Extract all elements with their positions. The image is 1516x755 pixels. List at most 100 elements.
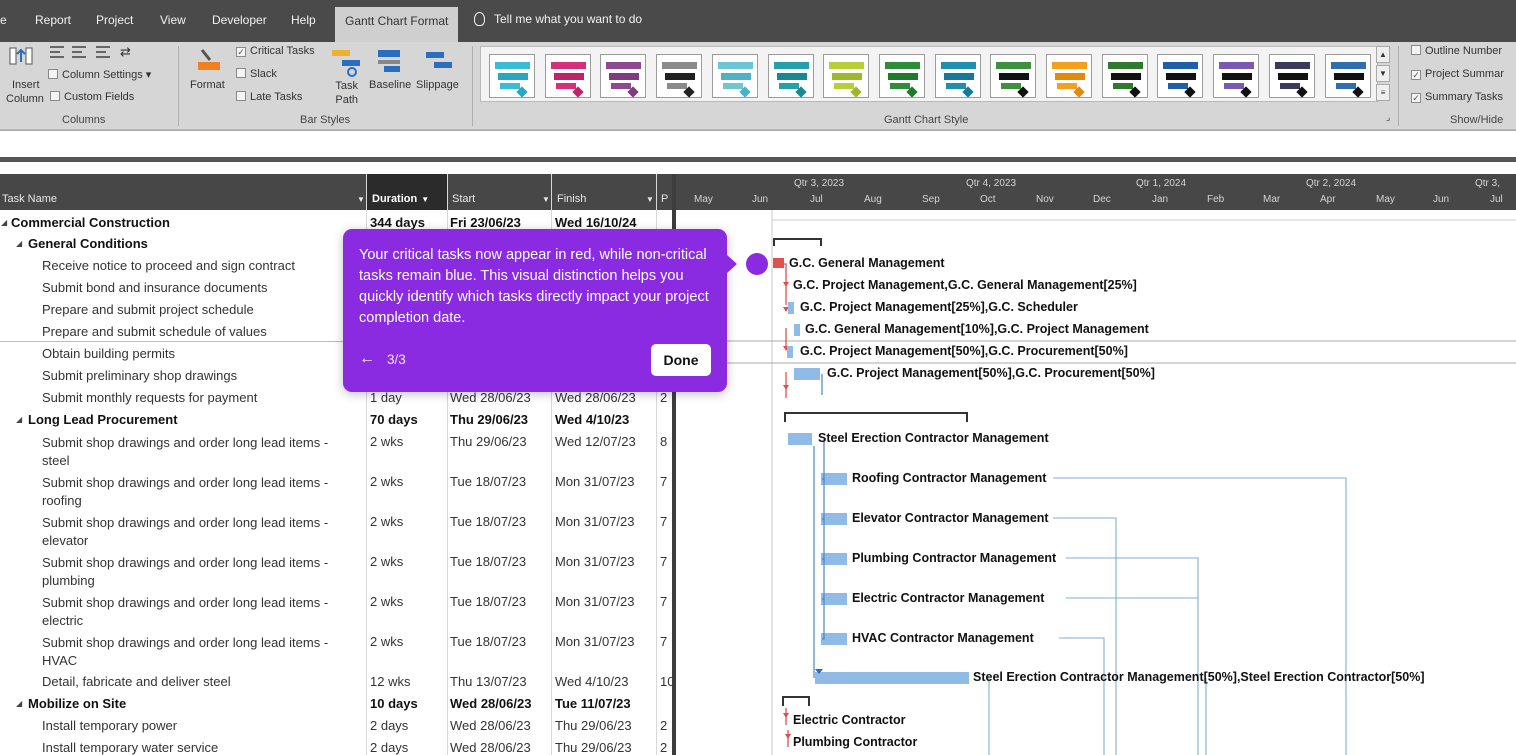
- swatch-bar: [1168, 83, 1189, 89]
- slack-checkbox[interactable]: Slack: [236, 68, 277, 80]
- duration-cell: 2 wks: [370, 434, 404, 449]
- wrap-text-icon[interactable]: ⇄: [120, 44, 131, 60]
- align-center-icon[interactable]: [72, 46, 86, 58]
- slippage-button[interactable]: Slippage: [416, 79, 459, 91]
- back-arrow-icon[interactable]: ←: [359, 350, 375, 368]
- task-name-cell: General Conditions: [28, 236, 148, 251]
- summary-tasks-label: Summary Tasks: [1425, 91, 1504, 103]
- gantt-style-swatch[interactable]: [711, 54, 758, 98]
- slippage-icon: [426, 52, 452, 68]
- predecessors-header[interactable]: P: [661, 193, 668, 205]
- critical-tasks-checkbox[interactable]: ✓ Critical Tasks: [236, 45, 315, 57]
- tab-view[interactable]: View: [160, 13, 186, 27]
- gantt-style-swatch[interactable]: [878, 54, 925, 98]
- gantt-style-swatch[interactable]: [1324, 54, 1371, 98]
- late-tasks-checkbox[interactable]: Late Tasks: [236, 91, 302, 103]
- gantt-style-swatch[interactable]: [544, 54, 591, 98]
- column-settings-icon: [48, 69, 58, 79]
- table-row[interactable]: ◢ Long Lead Procurement 70 days Thu 29/0…: [0, 408, 672, 430]
- collapse-triangle-icon[interactable]: ◢: [16, 239, 22, 248]
- table-row[interactable]: Install temporary power 2 days Wed 28/06…: [0, 714, 672, 736]
- table-row[interactable]: ◢ Mobilize on Site 10 days Wed 28/06/23 …: [0, 692, 672, 714]
- task-name-cell: Install temporary water service: [42, 740, 219, 755]
- baseline-button[interactable]: Baseline: [369, 79, 411, 91]
- predecessors-cell: 2: [660, 740, 668, 755]
- duration-cell: 2 wks: [370, 594, 404, 609]
- gantt-style-swatch[interactable]: [934, 54, 981, 98]
- finish-cell: Wed 12/07/23: [555, 434, 636, 449]
- start-cell: Thu 29/06/23: [450, 434, 527, 449]
- tab-resource[interactable]: e: [0, 13, 7, 27]
- gantt-style-swatch[interactable]: [767, 54, 814, 98]
- duration-header-label: Duration: [372, 193, 418, 205]
- tab-developer[interactable]: Developer: [212, 13, 267, 27]
- tab-gantt-chart-format[interactable]: Gantt Chart Format: [335, 7, 459, 42]
- format-button[interactable]: Format: [190, 79, 225, 91]
- table-row[interactable]: Submit shop drawings and order long lead…: [0, 590, 672, 630]
- table-row[interactable]: Submit shop drawings and order long lead…: [0, 470, 672, 510]
- tell-me-search[interactable]: Tell me what you want to do: [474, 12, 642, 26]
- collapse-triangle-icon[interactable]: ◢: [1, 218, 7, 227]
- gantt-style-swatch[interactable]: [489, 54, 535, 98]
- swatch-bar: [1055, 73, 1085, 80]
- table-row[interactable]: Submit shop drawings and order long lead…: [0, 430, 672, 470]
- gantt-style-swatch[interactable]: [1046, 54, 1092, 98]
- gantt-style-swatch[interactable]: [990, 54, 1037, 98]
- gantt-style-gallery: [480, 46, 1378, 102]
- timescale-month: Oct: [980, 194, 996, 205]
- table-row[interactable]: Install temporary water service 2 days W…: [0, 736, 672, 755]
- align-left-icon[interactable]: [50, 46, 64, 58]
- column-settings-button[interactable]: Column Settings ▾: [48, 68, 151, 81]
- done-button[interactable]: Done: [651, 344, 711, 376]
- swatch-bar: [1274, 62, 1310, 69]
- table-row[interactable]: Detail, fabricate and deliver steel 12 w…: [0, 670, 674, 692]
- outline-number-checkbox[interactable]: Outline Number: [1411, 45, 1502, 57]
- duration-header[interactable]: Duration ▼: [372, 193, 429, 205]
- collapse-triangle-icon[interactable]: ◢: [16, 699, 22, 708]
- task-name-filter-icon[interactable]: ▼: [353, 193, 365, 205]
- gantt-style-swatch[interactable]: [1213, 54, 1260, 98]
- custom-fields-button[interactable]: Custom Fields: [50, 91, 134, 103]
- insert-column-button[interactable]: Insert Column: [6, 78, 44, 106]
- tab-help[interactable]: Help: [291, 13, 316, 27]
- gantt-style-swatch[interactable]: [1101, 54, 1148, 98]
- gantt-style-swatch[interactable]: [656, 54, 703, 98]
- swatch-bar: [1163, 62, 1199, 69]
- gantt-style-swatch[interactable]: [1268, 54, 1315, 98]
- task-name-header[interactable]: Task Name: [2, 193, 57, 205]
- tab-report[interactable]: Report: [35, 13, 71, 27]
- table-row[interactable]: Submit shop drawings and order long lead…: [0, 550, 672, 590]
- table-row[interactable]: Submit shop drawings and order long lead…: [0, 630, 672, 670]
- task-path-button[interactable]: Task Path: [328, 79, 358, 107]
- finish-header[interactable]: Finish: [557, 193, 586, 205]
- task-name-cell: Submit bond and insurance documents: [42, 280, 268, 295]
- gantt-style-swatch[interactable]: [823, 54, 870, 98]
- task-path-icon: [332, 50, 360, 77]
- predecessors-header-label: P: [661, 193, 669, 205]
- task-name-cell: Submit monthly requests for payment: [42, 390, 258, 405]
- align-right-icon[interactable]: [96, 46, 110, 58]
- table-row[interactable]: Submit shop drawings and order long lead…: [0, 510, 672, 550]
- gallery-scroll-up-icon[interactable]: ▲: [1376, 46, 1390, 63]
- bar-label: Electric Contractor: [793, 713, 906, 727]
- task-bar: [815, 672, 969, 684]
- gantt-style-swatch[interactable]: [1157, 54, 1204, 98]
- tab-project[interactable]: Project: [96, 13, 133, 27]
- tooltip-caret: [727, 255, 737, 273]
- bar-label: G.C. Project Management[25%],G.C. Schedu…: [800, 300, 1078, 314]
- gantt-style-swatch[interactable]: [600, 54, 647, 98]
- gallery-scroll-down-icon[interactable]: ▼: [1376, 65, 1390, 82]
- checkbox-icon: [236, 91, 246, 101]
- summary-tasks-checkbox[interactable]: ✓ Summary Tasks: [1411, 91, 1503, 103]
- bar-label: G.C. General Management: [789, 256, 945, 270]
- swatch-bar: [720, 73, 751, 80]
- collapse-triangle-icon[interactable]: ◢: [16, 415, 22, 424]
- dialog-launcher-icon[interactable]: ⌟: [1386, 112, 1390, 123]
- finish-filter-icon[interactable]: ▼: [642, 193, 654, 205]
- start-filter-icon[interactable]: ▼: [538, 193, 550, 205]
- project-summary-checkbox[interactable]: ✓ Project Summar: [1411, 68, 1504, 80]
- gallery-more-icon[interactable]: ≡: [1376, 84, 1390, 101]
- start-header[interactable]: Start: [452, 193, 475, 205]
- task-name-cell: Submit shop drawings and order long lead…: [42, 515, 329, 548]
- swatch-bar: [773, 62, 809, 69]
